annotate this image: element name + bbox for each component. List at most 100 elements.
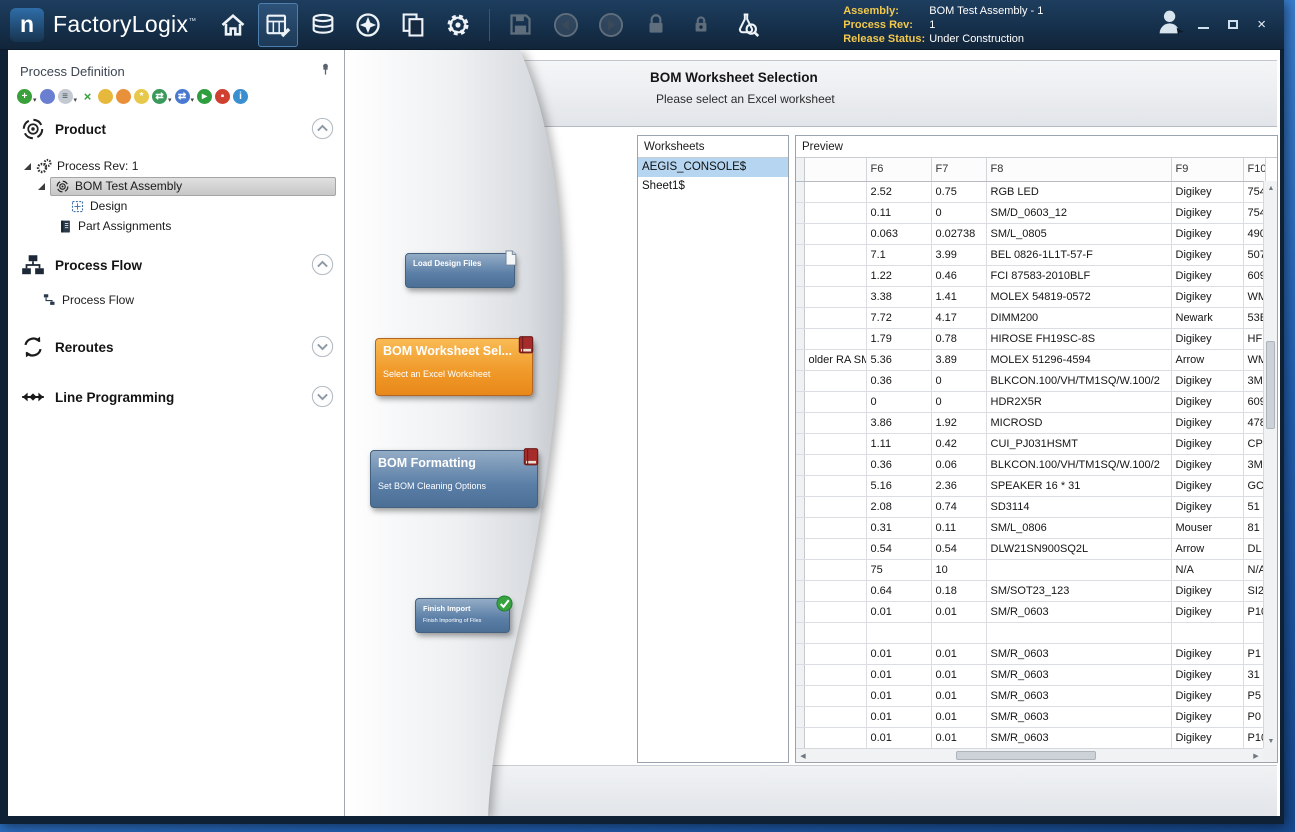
- scrollbar-thumb[interactable]: [956, 751, 1096, 760]
- selected-tree-item[interactable]: BOM Test Assembly: [50, 177, 336, 196]
- tree-item-process-rev[interactable]: Process Rev: 1: [8, 156, 344, 176]
- pin-icon[interactable]: [319, 62, 332, 81]
- scroll-down-icon[interactable]: ▼: [1264, 734, 1277, 748]
- table-row[interactable]: 0.360.06BLKCON.100/VH/TM1SQ/W.100/2Digik…: [796, 454, 1265, 475]
- table-cell: 0.01: [931, 727, 986, 748]
- table-cell: 0.06: [931, 454, 986, 475]
- worksheet-item[interactable]: AEGIS_CONSOLE$: [638, 158, 788, 177]
- save-icon[interactable]: [501, 3, 541, 47]
- web-icon[interactable]: [40, 89, 55, 104]
- user-icon[interactable]: [1154, 5, 1188, 44]
- back-icon[interactable]: [546, 3, 586, 47]
- table-row[interactable]: 0.0630.02738SM/L_0805Digikey490: [796, 223, 1265, 244]
- table-row[interactable]: older RA SMD5.363.89MOLEX 51296-4594Arro…: [796, 349, 1265, 370]
- collapse-reroutes-button[interactable]: [311, 335, 334, 363]
- permissions-icon[interactable]: [681, 3, 721, 47]
- documents-icon[interactable]: [393, 3, 433, 47]
- transfer-icon[interactable]: ⇄▾: [152, 89, 172, 104]
- table-row[interactable]: 0.110SM/D_0603_12Digikey754: [796, 202, 1265, 223]
- table-row[interactable]: 3.861.92MICROSDDigikey478: [796, 412, 1265, 433]
- table-row[interactable]: 0.010.01SM/R_0603DigikeyP5: [796, 685, 1265, 706]
- table-row[interactable]: 7.13.99BEL 0826-1L1T-57-FDigikey507: [796, 244, 1265, 265]
- flow-step-finish-import[interactable]: Finish Import Finish Importing of Files: [415, 598, 510, 633]
- table-row[interactable]: 7.724.17DIMM200Newark53B: [796, 307, 1265, 328]
- navigator-icon[interactable]: [348, 3, 388, 47]
- table-row[interactable]: 7510N/AN/A: [796, 559, 1265, 580]
- user-icon[interactable]: [116, 89, 131, 104]
- process-definition-icon[interactable]: [258, 3, 298, 47]
- sync-icon[interactable]: ⇄▾: [175, 89, 195, 104]
- tree-item-process-flow[interactable]: Process Flow: [8, 290, 344, 310]
- table-cell: Digikey: [1171, 496, 1243, 517]
- row-header: [796, 244, 804, 265]
- expander-icon[interactable]: [24, 163, 31, 170]
- sidebar-section-reroutes[interactable]: Reroutes: [8, 332, 344, 362]
- table-row[interactable]: 0.010.01SM/R_0603Digikey31: [796, 664, 1265, 685]
- scroll-right-icon[interactable]: ▶: [1249, 749, 1263, 762]
- table-row[interactable]: 00HDR2X5RDigikey609: [796, 391, 1265, 412]
- column-header[interactable]: [804, 158, 866, 181]
- column-header[interactable]: F8: [986, 158, 1171, 181]
- table-row[interactable]: 0.360BLKCON.100/VH/TM1SQ/W.100/2Digikey3…: [796, 370, 1265, 391]
- table-cell: 754: [1243, 181, 1265, 202]
- materials-icon[interactable]: [303, 3, 343, 47]
- table-row[interactable]: 5.162.36SPEAKER 16 * 31DigikeyGC: [796, 475, 1265, 496]
- table-row[interactable]: 1.110.42CUI_PJ031HSMTDigikeyCP: [796, 433, 1265, 454]
- table-row[interactable]: 0.010.01SM/R_0603DigikeyP10: [796, 601, 1265, 622]
- info-icon[interactable]: i: [233, 89, 248, 104]
- forward-icon[interactable]: [591, 3, 631, 47]
- table-row[interactable]: 2.080.74SD3114Digikey51: [796, 496, 1265, 517]
- table-cell: DLW21SN900SQ2L: [986, 538, 1171, 559]
- scroll-left-icon[interactable]: ◀: [796, 749, 810, 762]
- collapse-process-flow-button[interactable]: [311, 253, 334, 281]
- settings-icon[interactable]: [438, 3, 478, 47]
- table-cell: [804, 412, 866, 433]
- home-icon[interactable]: [213, 3, 253, 47]
- flow-step-bom-formatting[interactable]: BOM Formatting Set BOM Cleaning Options: [370, 450, 538, 508]
- flow-step-load-design-files[interactable]: Load Design Files: [405, 253, 515, 288]
- table-row[interactable]: 0.010.01SM/R_0603DigikeyP0: [796, 706, 1265, 727]
- start-icon[interactable]: ▸: [197, 89, 212, 104]
- key-icon[interactable]: [98, 89, 113, 104]
- table-row[interactable]: 0.010.01SM/R_0603DigikeyP10: [796, 727, 1265, 748]
- tree-item-part-assignments[interactable]: Part Assignments: [8, 216, 344, 236]
- table-row[interactable]: 1.220.46FCI 87583-2010BLFDigikey609: [796, 265, 1265, 286]
- column-header[interactable]: F7: [931, 158, 986, 181]
- table-row[interactable]: 0.540.54DLW21SN900SQ2LArrowDL: [796, 538, 1265, 559]
- sidebar-section-line-programming[interactable]: Line Programming: [8, 382, 344, 412]
- vertical-scrollbar[interactable]: ▲ ▼: [1263, 181, 1277, 748]
- table-row[interactable]: 0.010.01SM/R_0603DigikeyP1: [796, 643, 1265, 664]
- lock-icon[interactable]: [636, 3, 676, 47]
- collapse-line-programming-button[interactable]: [311, 385, 334, 413]
- minimize-icon[interactable]: [1198, 27, 1209, 29]
- flower-icon[interactable]: *: [134, 89, 149, 104]
- table-cell: Digikey: [1171, 202, 1243, 223]
- add-icon[interactable]: +▾: [17, 89, 37, 104]
- table-row[interactable]: 0.310.11SM/L_0806Mouser81: [796, 517, 1265, 538]
- maximize-icon[interactable]: [1228, 20, 1238, 29]
- sidebar-section-product[interactable]: Product: [8, 114, 344, 144]
- table-row[interactable]: 0.640.18SM/SOT23_123DigikeySI2: [796, 580, 1265, 601]
- table-row[interactable]: 1.790.78HIROSE FH19SC-8SDigikeyHF: [796, 328, 1265, 349]
- table-row[interactable]: 2.520.75RGB LEDDigikey754: [796, 181, 1265, 202]
- table-row[interactable]: [796, 622, 1265, 643]
- column-header[interactable]: F6: [866, 158, 931, 181]
- tree-item-design[interactable]: Design: [8, 196, 344, 216]
- stop-icon[interactable]: ▪: [215, 89, 230, 104]
- table-row[interactable]: 3.381.41MOLEX 54819-0572DigikeyWM: [796, 286, 1265, 307]
- column-header[interactable]: F10: [1243, 158, 1265, 181]
- expander-icon[interactable]: [38, 183, 45, 190]
- tree-item-bom-test-assembly[interactable]: BOM Test Assembly: [8, 176, 344, 196]
- close-icon[interactable]: ×: [1257, 17, 1266, 32]
- collapse-product-button[interactable]: [311, 117, 334, 145]
- scroll-up-icon[interactable]: ▲: [1264, 181, 1277, 195]
- print-icon[interactable]: ≡▾: [58, 89, 78, 104]
- search-icon[interactable]: [726, 3, 766, 47]
- column-header[interactable]: F9: [1171, 158, 1243, 181]
- worksheet-item[interactable]: Sheet1$: [638, 177, 788, 196]
- scrollbar-thumb[interactable]: [1266, 341, 1275, 429]
- cut-icon[interactable]: ×: [80, 89, 95, 104]
- horizontal-scrollbar[interactable]: ◀ ▶: [796, 748, 1263, 762]
- flow-step-bom-worksheet-selection[interactable]: BOM Worksheet Sel... Select an Excel Wor…: [375, 338, 533, 396]
- sidebar-section-process-flow[interactable]: Process Flow: [8, 250, 344, 280]
